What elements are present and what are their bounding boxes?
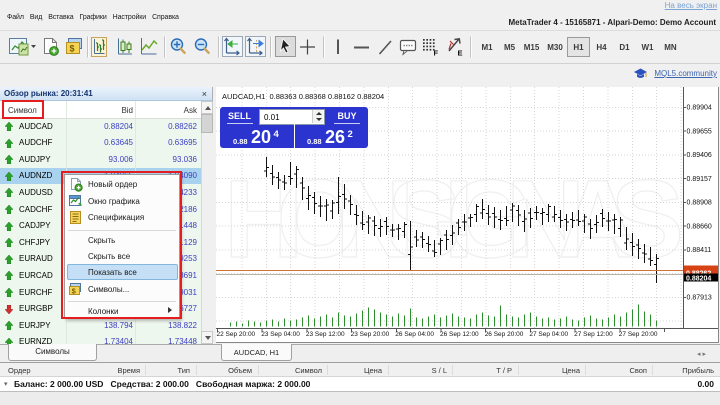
svg-text:0.88660: 0.88660 xyxy=(687,223,712,230)
svg-text:0.87913: 0.87913 xyxy=(687,295,712,302)
svg-text:H1: H1 xyxy=(573,43,584,52)
svg-text:0.88204: 0.88204 xyxy=(686,276,711,283)
svg-text:D1: D1 xyxy=(619,43,630,52)
svg-text:0.88908: 0.88908 xyxy=(687,200,712,207)
svg-text:M5: M5 xyxy=(504,43,516,52)
svg-text:0.89655: 0.89655 xyxy=(687,128,712,135)
svg-text:0.88411: 0.88411 xyxy=(687,247,712,254)
svg-text:F: F xyxy=(434,49,439,58)
svg-text:0.89406: 0.89406 xyxy=(687,152,712,159)
svg-text:$: $ xyxy=(70,44,75,54)
svg-text:MN: MN xyxy=(664,43,677,52)
svg-text:0.89904: 0.89904 xyxy=(687,105,712,112)
svg-text:0.89157: 0.89157 xyxy=(687,176,712,183)
svg-text:E: E xyxy=(458,49,463,58)
svg-text:H4: H4 xyxy=(596,43,607,52)
svg-text:W1: W1 xyxy=(642,43,655,52)
svg-text:M15: M15 xyxy=(524,43,540,52)
svg-text:M1: M1 xyxy=(481,43,493,52)
svg-text:M30: M30 xyxy=(547,43,563,52)
